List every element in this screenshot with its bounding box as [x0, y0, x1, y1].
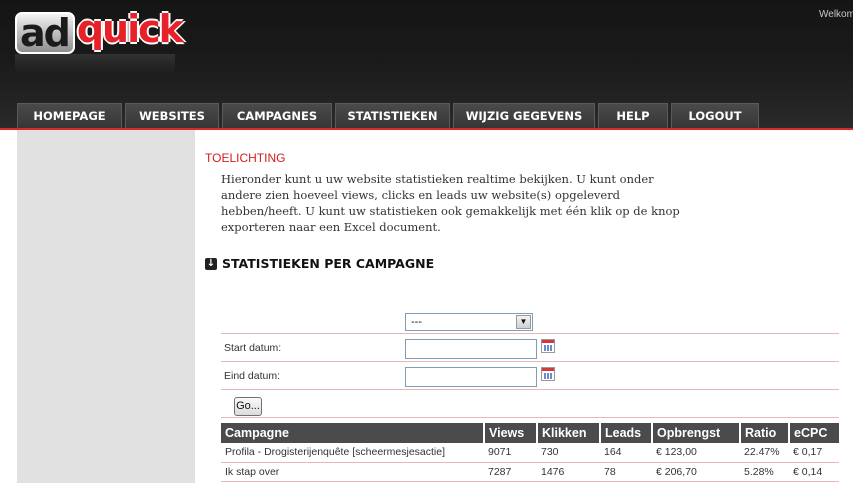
table-row: Ik stap over 7287 1476 78 € 206,70 5.28%…: [221, 462, 839, 482]
welcome-text: Welkom: [819, 9, 853, 20]
table-row: Profila - Drogisterijenquête [scheermesj…: [221, 443, 839, 463]
logo-ad: ad: [15, 12, 75, 54]
form-row-go: [221, 390, 839, 418]
col-header-klikken[interactable]: Klikken: [537, 423, 601, 443]
campaign-stats-table: Campagne Views Klikken Leads Opbrengst R…: [221, 423, 839, 482]
main-nav: HOMEPAGE WEBSITES CAMPAGNES STATISTIEKEN…: [17, 103, 762, 128]
download-arrow-icon: ↓: [205, 257, 217, 270]
form-row-start: Start datum:: [221, 334, 839, 362]
sidebar: [17, 130, 195, 483]
go-button[interactable]: Go...: [234, 397, 262, 416]
cell-opbrengst: € 206,70: [652, 462, 740, 482]
cell-views: 9071: [484, 443, 537, 463]
cell-ecpc: € 0,17: [789, 443, 839, 463]
col-header-views[interactable]: Views: [484, 423, 538, 443]
calendar-icon[interactable]: [541, 367, 555, 381]
cell-leads: 164: [600, 443, 652, 463]
start-date-label: Start datum:: [224, 342, 282, 354]
toelichting-text: Hieronder kunt u uw website statistieken…: [221, 172, 680, 234]
cell-opbrengst: € 123,00: [652, 443, 740, 463]
chevron-down-icon[interactable]: ▼: [516, 315, 531, 329]
section-heading-label: STATISTIEKEN PER CAMPAGNE: [222, 256, 435, 271]
logo-quick: quick: [76, 7, 184, 51]
nav-help[interactable]: HELP: [598, 103, 668, 128]
toelichting-heading: TOELICHTING: [205, 151, 286, 165]
col-header-ecpc[interactable]: eCPC: [789, 423, 839, 443]
nav-homepage[interactable]: HOMEPAGE: [17, 103, 122, 128]
cell-views: 7287: [484, 462, 537, 482]
logo-reflection: [15, 54, 175, 74]
nav-websites[interactable]: WEBSITES: [125, 103, 219, 128]
end-date-input[interactable]: [405, 367, 537, 387]
col-header-campagne[interactable]: Campagne: [221, 423, 485, 443]
cell-ratio: 5.28%: [740, 462, 789, 482]
table-header-row: Campagne Views Klikken Leads Opbrengst R…: [221, 423, 839, 443]
nav-statistieken[interactable]: STATISTIEKEN: [335, 103, 450, 128]
col-header-leads[interactable]: Leads: [600, 423, 653, 443]
cell-campagne: Profila - Drogisterijenquête [scheermesj…: [221, 443, 484, 463]
end-date-label: Eind datum:: [224, 370, 281, 382]
nav-campagnes[interactable]: CAMPAGNES: [222, 103, 332, 128]
form-row-end: Eind datum:: [221, 362, 839, 390]
col-header-opbrengst[interactable]: Opbrengst: [652, 423, 741, 443]
cell-ecpc: € 0,14: [789, 462, 839, 482]
campaign-select[interactable]: --- ▼: [405, 313, 533, 331]
section-heading: ↓ STATISTIEKEN PER CAMPAGNE: [205, 256, 434, 271]
cell-klikken: 730: [537, 443, 600, 463]
cell-leads: 78: [600, 462, 652, 482]
nav-logout[interactable]: LOGOUT: [671, 103, 759, 128]
adquick-logo[interactable]: ad quick: [15, 7, 184, 54]
calendar-icon[interactable]: [541, 339, 555, 353]
cell-ratio: 22.47%: [740, 443, 789, 463]
nav-wijzig-gegevens[interactable]: WIJZIG GEGEVENS: [453, 103, 595, 128]
cell-campagne: Ik stap over: [221, 462, 484, 482]
start-date-input[interactable]: [405, 339, 537, 359]
col-header-ratio[interactable]: Ratio: [740, 423, 790, 443]
campaign-select-value: ---: [411, 316, 422, 328]
cell-klikken: 1476: [537, 462, 600, 482]
